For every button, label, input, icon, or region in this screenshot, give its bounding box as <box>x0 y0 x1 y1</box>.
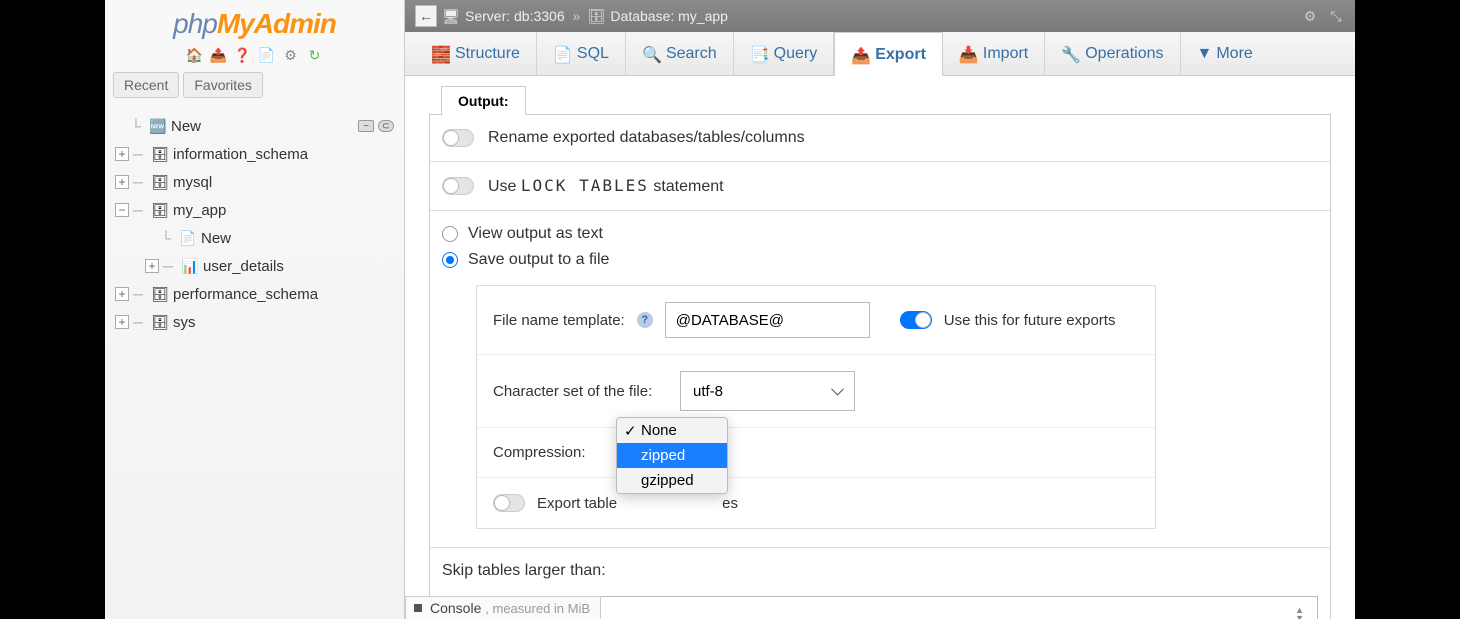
query-icon: 📑 <box>750 45 768 63</box>
database-tree: └ 🆕 New +─ 🗄 information_schema +─ 🗄 mys… <box>105 104 404 336</box>
future-exports-toggle[interactable] <box>900 311 932 329</box>
tab-structure[interactable]: 🧱Structure <box>415 32 537 75</box>
database-icon: 🗄 <box>151 314 169 330</box>
breadcrumb-database[interactable]: Database: my_app <box>610 8 728 24</box>
export-separate-toggle[interactable] <box>493 494 525 512</box>
collapse-icon[interactable]: − <box>115 203 129 217</box>
new-db-icon: 🆕 <box>149 118 167 134</box>
tree-db-my-app[interactable]: −─ 🗄 my_app <box>115 196 400 224</box>
expand-icon[interactable]: + <box>115 287 129 301</box>
number-stepper[interactable]: ▲▼ <box>1295 606 1304 619</box>
tab-import[interactable]: 📥Import <box>943 32 1045 75</box>
database-icon: 🗄 <box>151 174 169 190</box>
home-icon[interactable]: 🏠 <box>186 46 204 64</box>
nav-sidebar: phpMyAdmin 🏠 📤 ❓ 📄 ⚙ ↻ Recent Favorites … <box>105 0 405 619</box>
chevron-down-icon: ▼ <box>1197 45 1213 63</box>
sql-icon[interactable]: 📄 <box>258 46 276 64</box>
expand-icon[interactable]: + <box>145 259 159 273</box>
tab-export[interactable]: 📤Export <box>834 32 943 76</box>
database-icon: 🗄 <box>151 202 169 218</box>
recent-tab[interactable]: Recent <box>113 72 179 98</box>
tree-db-performance-schema[interactable]: +─ 🗄 performance_schema <box>115 280 400 308</box>
page-settings-icon[interactable]: ⚙ <box>1301 7 1319 25</box>
dropdown-option-zipped[interactable]: zipped <box>617 443 727 468</box>
view-as-text-radio[interactable] <box>442 226 458 242</box>
new-table-icon: 📄 <box>179 230 197 246</box>
tree-db-mysql[interactable]: +─ 🗄 mysql <box>115 168 400 196</box>
structure-icon: 🧱 <box>431 45 449 63</box>
database-icon: 🗄 <box>151 286 169 302</box>
rename-toggle[interactable] <box>442 129 474 147</box>
nav-quick-icons: 🏠 📤 ❓ 📄 ⚙ ↻ <box>105 42 404 70</box>
charset-select[interactable]: utf-8 <box>680 371 855 411</box>
main-tabs: 🧱Structure 📄SQL 🔍Search 📑Query 📤Export 📥… <box>405 32 1355 76</box>
save-to-file-label: Save output to a file <box>468 251 609 269</box>
tab-operations[interactable]: 🔧Operations <box>1045 32 1180 75</box>
output-panel: Rename exported databases/tables/columns… <box>429 114 1331 619</box>
skip-tables-label: Skip tables larger than: <box>430 548 1330 588</box>
tab-search[interactable]: 🔍Search <box>626 32 734 75</box>
save-to-file-radio[interactable] <box>442 252 458 268</box>
database-icon: 🗄 <box>588 9 604 23</box>
import-icon: 📥 <box>959 45 977 63</box>
expand-icon[interactable]: + <box>115 315 129 329</box>
save-file-subpanel: File name template: ? Use this for futur… <box>476 285 1156 529</box>
logout-icon[interactable]: 📤 <box>210 46 228 64</box>
lock-tables-toggle[interactable] <box>442 177 474 195</box>
output-heading: Output: <box>441 86 526 115</box>
settings-icon[interactable]: ⚙ <box>282 46 300 64</box>
export-icon: 📤 <box>851 46 869 64</box>
tree-table-user-details[interactable]: +─ 📊 user_details <box>115 252 400 280</box>
search-icon: 🔍 <box>642 45 660 63</box>
lock-tables-label: Use LOCK TABLES statement <box>488 176 724 196</box>
filename-template-input[interactable] <box>665 302 870 338</box>
nav-link-icon[interactable]: ⊂ <box>378 120 394 132</box>
help-icon[interactable]: ? <box>637 312 653 328</box>
view-as-text-label: View output as text <box>468 225 603 243</box>
tab-sql[interactable]: 📄SQL <box>537 32 626 75</box>
dropdown-option-none[interactable]: None <box>617 418 727 443</box>
operations-icon: 🔧 <box>1061 45 1079 63</box>
compression-dropdown: None zipped gzipped <box>616 417 728 494</box>
logo[interactable]: phpMyAdmin <box>105 0 404 42</box>
docs-icon[interactable]: ❓ <box>234 46 252 64</box>
console-toggle[interactable]: Console , measured in MiB <box>405 596 601 619</box>
nav-back-button[interactable]: ← <box>415 5 437 27</box>
filename-template-label: File name template: <box>493 312 625 329</box>
future-exports-label: Use this for future exports <box>944 312 1116 329</box>
collapse-all-icon[interactable]: − <box>358 120 374 132</box>
rename-label: Rename exported databases/tables/columns <box>488 129 805 147</box>
tree-new-table[interactable]: └ 📄 New <box>115 224 400 252</box>
database-icon: 🗄 <box>151 146 169 162</box>
compression-label: Compression: <box>493 444 586 461</box>
favorites-tab[interactable]: Favorites <box>183 72 263 98</box>
breadcrumb: ← 🖥 Server: db:3306 » 🗄 Database: my_app… <box>405 0 1355 32</box>
reload-icon[interactable]: ↻ <box>306 46 324 64</box>
tab-more[interactable]: ▼More <box>1181 32 1269 75</box>
server-icon: 🖥 <box>443 9 459 23</box>
breadcrumb-server[interactable]: Server: db:3306 <box>465 8 565 24</box>
export-separate-label: Export tables as separate files <box>537 495 738 512</box>
collapse-top-icon[interactable]: ⤡ <box>1327 7 1345 25</box>
expand-icon[interactable]: + <box>115 147 129 161</box>
tree-db-sys[interactable]: +─ 🗄 sys <box>115 308 400 336</box>
expand-icon[interactable]: + <box>115 175 129 189</box>
dropdown-option-gzipped[interactable]: gzipped <box>617 468 727 493</box>
charset-label: Character set of the file: <box>493 383 668 400</box>
tab-query[interactable]: 📑Query <box>734 32 835 75</box>
sql-icon: 📄 <box>553 45 571 63</box>
tree-db-information-schema[interactable]: +─ 🗄 information_schema <box>115 140 400 168</box>
table-icon: 📊 <box>181 258 199 274</box>
